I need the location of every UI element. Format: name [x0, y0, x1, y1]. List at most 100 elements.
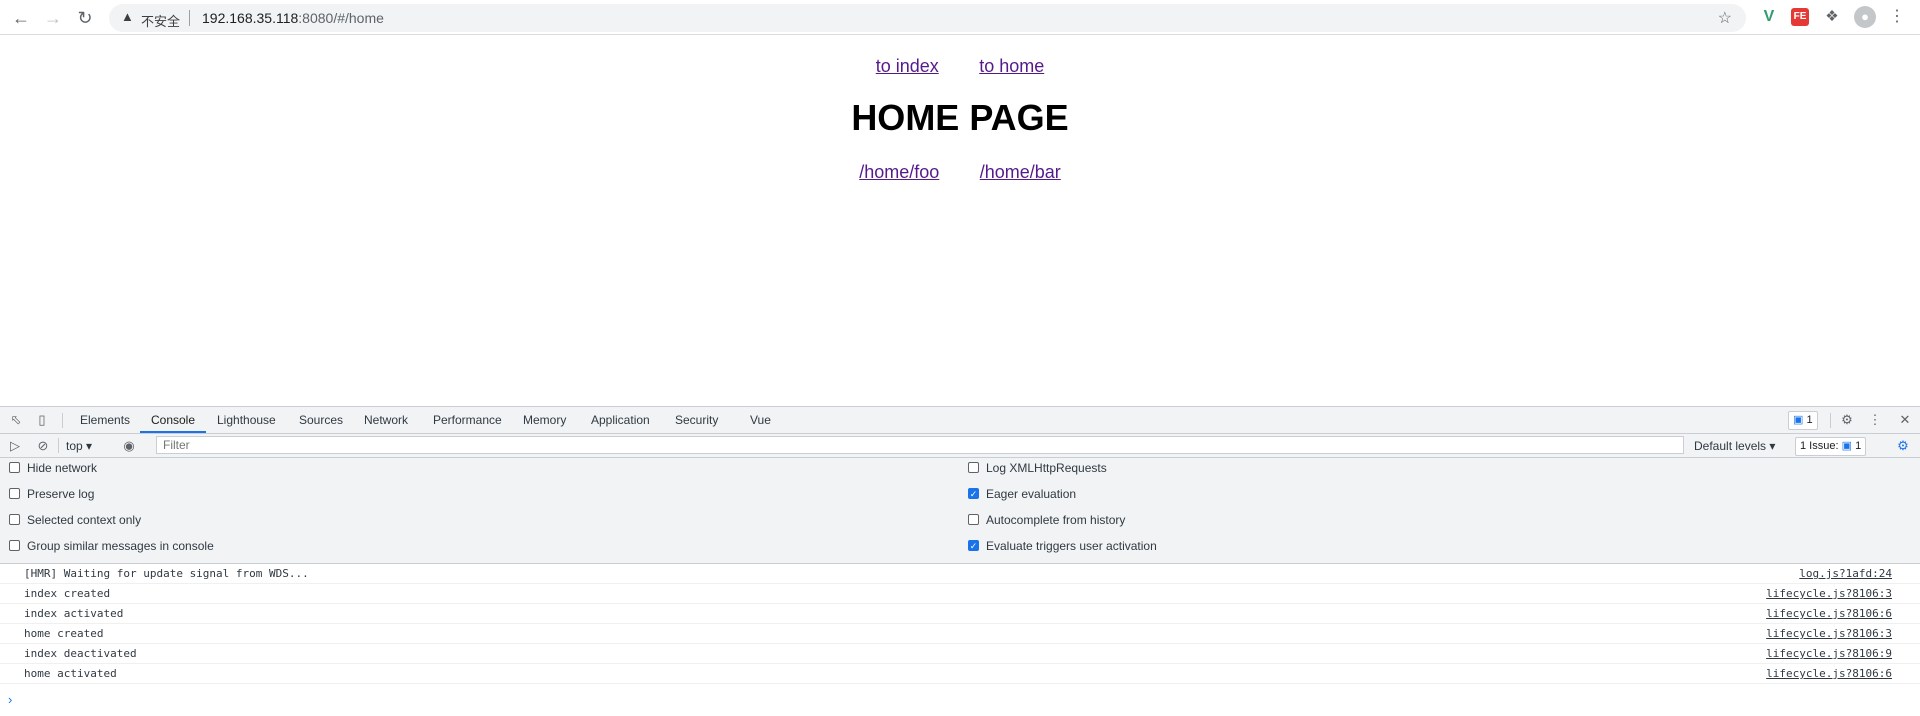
divider: [62, 413, 63, 428]
message-icon: ▣: [1793, 414, 1804, 426]
clear-console-icon[interactable]: ⊘: [34, 437, 52, 455]
source-link[interactable]: log.js?1afd:24: [1799, 564, 1892, 583]
console-log: [HMR] Waiting for update signal from WDS…: [0, 564, 1920, 716]
device-toolbar-icon[interactable]: ▯: [33, 411, 51, 429]
more-options-icon[interactable]: ⋮: [1866, 411, 1884, 429]
source-link[interactable]: lifecycle.js?8106:9: [1766, 644, 1892, 663]
forward-icon[interactable]: →: [41, 6, 65, 30]
browser-menu-icon[interactable]: ⋮: [1888, 8, 1906, 26]
setting-group-similar[interactable]: Group similar messages in console: [9, 536, 214, 556]
issues-counter[interactable]: 1 Issue: ▣ 1: [1795, 437, 1867, 456]
setting-log-xhr[interactable]: Log XMLHttpRequests: [968, 458, 1107, 478]
checkbox[interactable]: [968, 514, 979, 525]
profile-avatar-icon[interactable]: ●: [1854, 6, 1876, 28]
tab-console[interactable]: Console: [140, 407, 206, 433]
top-nav: to index to home: [0, 56, 1920, 77]
message-text: index created: [24, 587, 111, 600]
filter-input[interactable]: [156, 436, 1684, 454]
setting-label: Evaluate triggers user activation: [986, 539, 1157, 553]
warning-icon[interactable]: ▲: [121, 9, 134, 24]
link-home-bar[interactable]: /home/bar: [980, 162, 1061, 182]
console-message: home activated lifecycle.js?8106:6: [0, 664, 1920, 684]
vue-devtools-extension-icon[interactable]: V: [1760, 8, 1778, 26]
tab-lighthouse[interactable]: Lighthouse: [217, 407, 276, 433]
setting-label: Hide network: [27, 461, 98, 475]
inspect-element-icon[interactable]: ⬁: [7, 411, 25, 429]
checkbox[interactable]: [9, 514, 20, 525]
tab-sources[interactable]: Sources: [299, 407, 343, 433]
checkbox-checked[interactable]: ✓: [968, 540, 979, 551]
issues-badge[interactable]: ▣ 1: [1788, 411, 1818, 430]
tab-performance[interactable]: Performance: [433, 407, 502, 433]
console-settings-icon[interactable]: ⚙: [1894, 437, 1912, 455]
link-to-home[interactable]: to home: [979, 56, 1044, 76]
source-link[interactable]: lifecycle.js?8106:6: [1766, 664, 1892, 683]
link-home-foo[interactable]: /home/foo: [859, 162, 939, 182]
setting-preserve-log[interactable]: Preserve log: [9, 484, 94, 504]
issues-badge-count: 1: [1806, 414, 1813, 426]
devtools-tabbar: ⬁ ▯ Elements Console Lighthouse Sources …: [0, 407, 1920, 434]
tab-application[interactable]: Application: [591, 407, 650, 433]
message-icon: ▣: [1841, 440, 1852, 452]
divider: [58, 438, 59, 453]
setting-evaluate-triggers-activation[interactable]: ✓ Evaluate triggers user activation: [968, 536, 1157, 556]
log-levels-value: Default levels: [1694, 439, 1767, 453]
tab-security[interactable]: Security: [675, 407, 718, 433]
extensions-puzzle-icon[interactable]: ❖: [1823, 8, 1841, 26]
setting-label: Preserve log: [27, 487, 95, 501]
address-bar[interactable]: ▲ 不安全 192.168.35.118:8080/#/home ☆: [109, 4, 1746, 32]
setting-label: Group similar messages in console: [27, 539, 214, 553]
setting-selected-context-only[interactable]: Selected context only: [9, 510, 141, 530]
console-message: index activated lifecycle.js?8106:6: [0, 604, 1920, 624]
console-prompt-chevron-icon[interactable]: ›: [8, 692, 12, 707]
console-message: index created lifecycle.js?8106:3: [0, 584, 1920, 604]
console-message: index deactivated lifecycle.js?8106:9: [0, 644, 1920, 664]
devtools-panel: ⬁ ▯ Elements Console Lighthouse Sources …: [0, 406, 1920, 715]
source-link[interactable]: lifecycle.js?8106:6: [1766, 604, 1892, 623]
issues-label: 1 Issue:: [1800, 440, 1839, 452]
checkbox[interactable]: [968, 462, 979, 473]
page-title: HOME PAGE: [851, 97, 1069, 138]
message-text: index deactivated: [24, 647, 137, 660]
back-icon[interactable]: ←: [9, 6, 33, 30]
sidebar-toggle-icon[interactable]: ▷: [6, 437, 24, 455]
browser-toolbar: ← → ↻ ▲ 不安全 192.168.35.118:8080/#/home ☆…: [0, 0, 1920, 35]
source-link[interactable]: lifecycle.js?8106:3: [1766, 624, 1892, 643]
checkbox[interactable]: [9, 488, 20, 499]
tab-elements[interactable]: Elements: [80, 407, 130, 433]
bookmark-star-icon[interactable]: ☆: [1718, 8, 1732, 28]
setting-autocomplete-history[interactable]: Autocomplete from history: [968, 510, 1125, 530]
message-text: home created: [24, 627, 104, 640]
url-text[interactable]: 192.168.35.118:8080/#/home: [202, 10, 384, 26]
link-to-index[interactable]: to index: [876, 56, 939, 76]
source-link[interactable]: lifecycle.js?8106:3: [1766, 584, 1892, 603]
context-value: top: [66, 439, 83, 453]
close-icon[interactable]: ✕: [1896, 411, 1914, 429]
divider: [1830, 413, 1831, 428]
tab-network[interactable]: Network: [364, 407, 408, 433]
log-levels-dropdown[interactable]: Default levels ▾: [1694, 436, 1775, 456]
context-selector[interactable]: top ▾: [66, 436, 92, 456]
issues-counter-value: 1: [1855, 440, 1862, 452]
console-settings-pane: Hide network Preserve log Selected conte…: [0, 458, 1920, 564]
console-message: [HMR] Waiting for update signal from WDS…: [0, 564, 1920, 584]
console-toolbar: ▷ ⊘ top ▾ ◉ Default levels ▾ 1 Issue: ▣ …: [0, 434, 1920, 458]
live-expression-eye-icon[interactable]: ◉: [120, 437, 138, 455]
setting-eager-evaluation[interactable]: ✓ Eager evaluation: [968, 484, 1076, 504]
message-text: home activated: [24, 667, 117, 680]
reload-icon[interactable]: ↻: [73, 6, 97, 30]
setting-hide-network[interactable]: Hide network: [9, 458, 97, 478]
checkbox-checked[interactable]: ✓: [968, 488, 979, 499]
checkbox[interactable]: [9, 462, 20, 473]
setting-label: Log XMLHttpRequests: [986, 461, 1107, 475]
checkbox[interactable]: [9, 540, 20, 551]
tab-memory[interactable]: Memory: [523, 407, 566, 433]
setting-label: Autocomplete from history: [986, 513, 1126, 527]
settings-gear-icon[interactable]: ⚙: [1838, 411, 1856, 429]
security-label[interactable]: 不安全: [141, 11, 180, 30]
sub-nav: /home/foo /home/bar: [0, 162, 1920, 183]
tab-vue[interactable]: Vue: [750, 407, 771, 433]
fe-helper-extension-icon[interactable]: FE: [1791, 8, 1809, 26]
url-path: :8080/#/home: [298, 10, 384, 26]
console-message: home created lifecycle.js?8106:3: [0, 624, 1920, 644]
